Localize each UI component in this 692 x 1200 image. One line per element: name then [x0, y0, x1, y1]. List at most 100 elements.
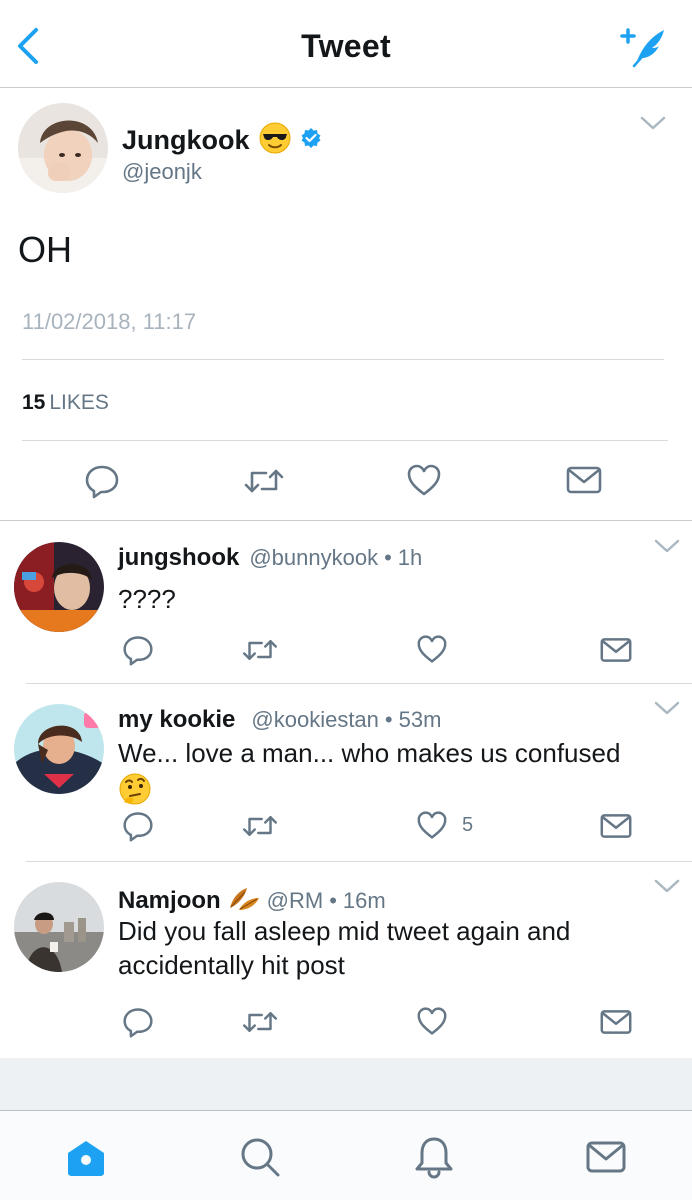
reply-button[interactable]	[122, 1006, 154, 1038]
tab-messages[interactable]	[584, 1135, 628, 1179]
tab-search[interactable]	[238, 1135, 282, 1179]
leaves-emoji-icon	[227, 884, 261, 918]
heart-icon	[417, 1007, 447, 1035]
top-bar: Tweet	[0, 0, 692, 88]
reply-author-handle[interactable]: @RM	[267, 888, 324, 914]
tweet-options-button[interactable]	[654, 878, 680, 894]
envelope-icon	[600, 1010, 632, 1034]
reply-button[interactable]	[122, 810, 154, 842]
tweet-options-button[interactable]	[640, 115, 666, 131]
direct-message-button[interactable]	[566, 465, 602, 495]
likes-label: LIKES	[49, 391, 109, 414]
avatar-image	[14, 542, 104, 632]
reply-icon	[123, 1008, 153, 1038]
bell-icon	[415, 1137, 453, 1179]
bottom-tab-bar	[0, 1110, 692, 1200]
compose-tweet-button[interactable]	[614, 22, 670, 70]
envelope-icon	[600, 814, 632, 838]
reply-icon	[85, 465, 119, 499]
reply-button[interactable]	[84, 463, 120, 499]
retweet-button[interactable]	[244, 465, 284, 497]
reply-meta: jungshook @bunnykook • 1h	[118, 544, 422, 572]
search-icon	[241, 1138, 280, 1177]
chevron-down-icon	[654, 539, 680, 553]
reply-meta: my kookie @kookiestan • 53m	[118, 706, 441, 734]
avatar[interactable]	[14, 542, 104, 632]
reply-meta: Namjoon @RM • 16m	[118, 884, 386, 918]
tab-home[interactable]	[64, 1135, 108, 1179]
like-button[interactable]: 5	[416, 810, 473, 840]
avatar[interactable]	[14, 882, 104, 972]
avatar-image	[14, 704, 104, 794]
separator-dot: •	[384, 545, 392, 570]
reply-button[interactable]	[122, 634, 154, 666]
reply-author-name[interactable]: my kookie	[118, 706, 235, 734]
avatar-image	[18, 103, 108, 193]
reply-icon	[123, 636, 153, 666]
divider	[22, 359, 664, 360]
thinking-face-emoji-icon	[118, 772, 678, 814]
divider	[22, 440, 668, 441]
tweet-timestamp: 11/02/2018, 11:17	[22, 309, 197, 334]
reply-time: 1h	[397, 545, 423, 570]
tweet-actions	[0, 449, 692, 509]
chevron-down-icon	[640, 116, 666, 130]
timeline-end-spacer	[0, 1058, 692, 1110]
reply-author-name[interactable]: jungshook	[118, 544, 239, 572]
like-button[interactable]	[416, 634, 448, 664]
author-row: Jungkook	[122, 121, 322, 160]
like-button[interactable]	[406, 463, 442, 497]
direct-message-button[interactable]	[600, 812, 632, 840]
author-name[interactable]: Jungkook	[122, 125, 250, 156]
tweet-text: OH	[18, 229, 72, 270]
reply-text: Did you fall asleep mid tweet again and …	[118, 916, 571, 980]
retweet-icon	[243, 816, 277, 836]
retweet-button[interactable]	[242, 1008, 278, 1036]
direct-message-button[interactable]	[600, 636, 632, 664]
reply-text-content: We... love a man... who makes us confuse…	[118, 738, 621, 768]
like-count: 5	[462, 813, 474, 836]
separator-dot: •	[329, 888, 337, 913]
reply-tweet: jungshook @bunnykook • 1h ????	[0, 522, 692, 684]
tweet-options-button[interactable]	[654, 700, 680, 716]
tweet-options-button[interactable]	[654, 538, 680, 554]
avatar-image	[14, 882, 104, 972]
retweet-icon	[243, 640, 277, 660]
envelope-icon	[566, 466, 602, 494]
reply-text: ????	[118, 584, 176, 614]
envelope-icon	[600, 638, 632, 662]
sunglasses-emoji-icon	[258, 121, 292, 160]
like-button[interactable]	[416, 1006, 448, 1036]
tab-notifications[interactable]	[412, 1135, 456, 1179]
retweet-button[interactable]	[242, 636, 278, 664]
reply-tweet: my kookie @kookiestan • 53m We... love a…	[0, 684, 692, 862]
reply-author-name[interactable]: Namjoon	[118, 887, 221, 915]
reply-author-handle[interactable]: @bunnykook	[249, 545, 378, 571]
envelope-icon	[586, 1141, 626, 1173]
retweet-button[interactable]	[242, 812, 278, 840]
heart-icon	[407, 464, 441, 496]
likes-count: 15	[22, 391, 46, 414]
reply-time: 53m	[398, 707, 442, 732]
heart-icon	[417, 635, 447, 663]
page-title: Tweet	[301, 28, 391, 64]
reply-author-handle[interactable]: @kookiestan	[251, 707, 379, 733]
verified-badge-icon	[300, 127, 322, 154]
direct-message-button[interactable]	[600, 1008, 632, 1036]
reply-tweet: Namjoon @RM • 16m Did you fall asleep mi…	[0, 862, 692, 1058]
author-handle[interactable]: @jeonjk	[122, 159, 202, 185]
retweet-icon	[244, 469, 284, 493]
avatar[interactable]	[18, 103, 108, 193]
reply-icon	[123, 812, 153, 842]
compose-tweet-icon	[620, 28, 664, 68]
heart-icon	[417, 811, 447, 839]
chevron-down-icon	[654, 701, 680, 715]
likes-stat[interactable]: 15 LIKES	[22, 391, 109, 415]
reply-time: 16m	[342, 888, 386, 913]
reply-text: We... love a man... who makes us confuse…	[118, 736, 678, 814]
chevron-down-icon	[654, 879, 680, 893]
avatar[interactable]	[14, 704, 104, 794]
separator-dot: •	[384, 707, 393, 732]
retweet-icon	[243, 1012, 277, 1032]
home-icon	[68, 1141, 104, 1176]
